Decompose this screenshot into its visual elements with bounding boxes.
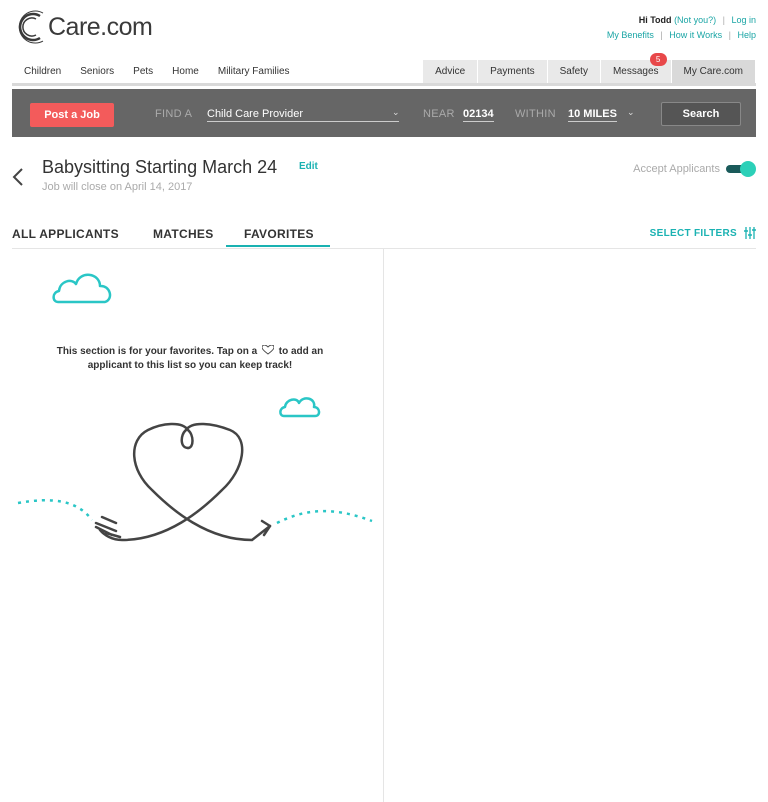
greeting: Hi Todd <box>638 15 672 25</box>
chevron-down-icon: ⌄ <box>627 107 635 117</box>
find-label: FIND A <box>155 108 193 120</box>
edit-job-link[interactable]: Edit <box>299 161 318 172</box>
nav-advice[interactable]: Advice <box>423 60 479 83</box>
messages-badge: 5 <box>649 53 667 66</box>
separator: | <box>660 30 663 40</box>
nav-payments[interactable]: Payments <box>478 60 548 83</box>
job-title: Babysitting Starting March 24 <box>42 157 278 177</box>
nav-underline <box>12 83 756 86</box>
separator: | <box>722 15 725 25</box>
nav-seniors[interactable]: Seniors <box>80 66 114 77</box>
find-value: Child Care Provider <box>207 108 303 120</box>
help-link[interactable]: Help <box>737 30 756 40</box>
heart-outline-icon <box>261 344 275 355</box>
tab-all-applicants[interactable]: ALL APPLICANTS <box>12 227 119 241</box>
how-it-works-link[interactable]: How it Works <box>669 30 722 40</box>
dotted-path-left <box>17 498 93 521</box>
post-job-button[interactable]: Post a Job <box>30 103 114 127</box>
accept-applicants-toggle[interactable] <box>726 161 756 177</box>
small-cloud-icon <box>279 397 321 418</box>
nav-messages[interactable]: Messages 5 <box>600 53 672 83</box>
panel-divider <box>383 249 384 802</box>
account-links: Hi Todd (Not you?) | Log in My Benefits … <box>607 13 756 43</box>
not-you-link[interactable]: (Not you?) <box>674 15 716 25</box>
toggle-knob <box>740 161 756 177</box>
filter-sliders-icon <box>744 227 756 239</box>
select-filters-button[interactable]: SELECT FILTERS <box>650 227 756 239</box>
logo-text: Care.com <box>48 12 153 41</box>
account-nav: Advice Payments Safety Messages 5 My Car… <box>423 53 756 83</box>
category-nav: Children Seniors Pets Home Military Fami… <box>24 66 309 77</box>
select-filters-label: SELECT FILTERS <box>649 227 737 239</box>
cloud-icon <box>52 273 112 304</box>
within-select[interactable]: 10 MILES <box>568 108 617 122</box>
nav-safety[interactable]: Safety <box>547 60 601 83</box>
favorites-empty-message: This section is for your favorites. Tap … <box>30 344 350 373</box>
near-input[interactable]: 02134 <box>463 108 494 122</box>
applicant-tabs: ALL APPLICANTS MATCHES FAVORITES SELECT … <box>12 225 756 249</box>
empty-message-part1: This section is for your favorites. Tap … <box>56 346 258 357</box>
job-close-date: Job will close on April 14, 2017 <box>42 181 193 193</box>
accept-applicants-label: Accept Applicants <box>633 163 720 175</box>
favorites-illustration <box>17 273 373 542</box>
chevron-down-icon: ⌄ <box>392 107 400 117</box>
care-logo-icon <box>18 10 44 44</box>
search-button[interactable]: Search <box>661 102 741 126</box>
tab-favorites[interactable]: FAVORITES <box>226 227 330 247</box>
nav-military-families[interactable]: Military Families <box>218 66 290 77</box>
nav-pets[interactable]: Pets <box>133 66 153 77</box>
empty-message-part2: to add an <box>278 346 324 357</box>
care-logo[interactable]: Care.com <box>16 10 153 44</box>
messages-label: Messages <box>612 66 659 77</box>
login-link[interactable]: Log in <box>731 15 756 25</box>
nav-children[interactable]: Children <box>24 66 61 77</box>
tab-matches[interactable]: MATCHES <box>153 227 214 241</box>
dotted-path-right <box>276 509 373 525</box>
my-benefits-link[interactable]: My Benefits <box>607 30 654 40</box>
within-label: WITHIN <box>515 108 556 120</box>
back-chevron-icon[interactable] <box>12 167 24 187</box>
separator: | <box>728 30 731 40</box>
empty-message-line2: applicant to this list so you can keep t… <box>87 360 293 371</box>
near-label: NEAR <box>423 108 455 120</box>
find-select[interactable]: Child Care Provider <box>207 108 399 122</box>
nav-my-care[interactable]: My Care.com <box>671 60 756 83</box>
nav-home[interactable]: Home <box>172 66 199 77</box>
heart-arrow-icon <box>94 422 272 542</box>
search-bar: Post a Job FIND A Child Care Provider ⌄ … <box>12 89 756 137</box>
